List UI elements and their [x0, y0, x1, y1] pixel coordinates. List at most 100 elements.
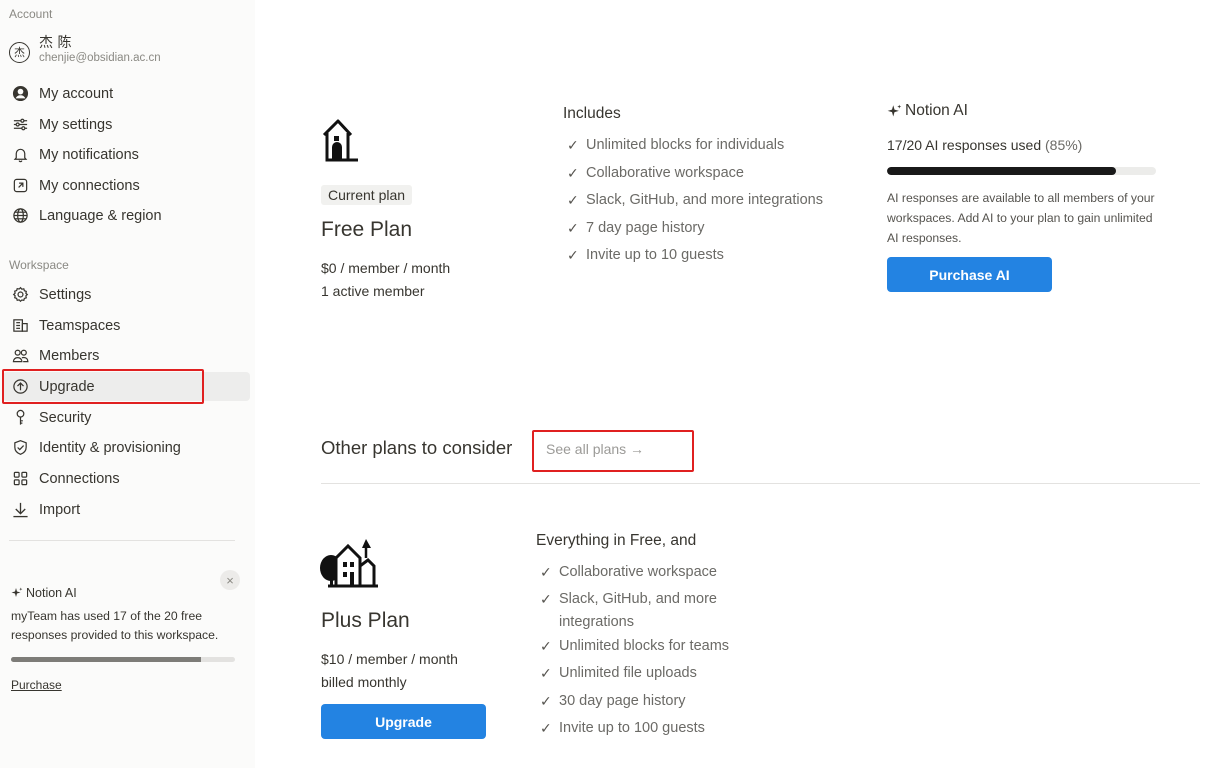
- account-section-label: Account: [9, 7, 53, 21]
- purchase-ai-button[interactable]: Purchase AI: [887, 257, 1052, 292]
- avatar: 杰: [9, 41, 30, 63]
- check-icon: ✓: [540, 720, 552, 736]
- sidebar-item-label: Settings: [39, 286, 92, 303]
- feature-label: Invite up to 10 guests: [586, 247, 724, 263]
- sidebar-item-teamspaces[interactable]: Teamspaces: [3, 311, 250, 340]
- feature-label: Unlimited blocks for individuals: [586, 137, 785, 153]
- bell-icon: [11, 146, 29, 164]
- sidebar-item-label: Security: [39, 409, 92, 426]
- sidebar-item-my-settings[interactable]: My settings: [3, 110, 250, 139]
- sidebar-item-label: My connections: [39, 177, 140, 194]
- current-plan-name: Free Plan: [321, 218, 413, 241]
- sidebar-item-upgrade[interactable]: Upgrade: [3, 372, 250, 401]
- sidebar-item-import[interactable]: Import: [3, 495, 250, 524]
- sidebar-divider: [9, 540, 235, 541]
- feature-item: ✓ 7 day page history: [567, 220, 867, 248]
- section-divider: [321, 483, 1200, 484]
- check-icon: ✓: [567, 137, 579, 153]
- workspace-section-label: Workspace: [9, 258, 69, 272]
- ai-usage-progress: [11, 657, 235, 662]
- notion-ai-title: Notion AI: [887, 102, 968, 120]
- check-icon: ✓: [567, 192, 579, 208]
- ai-usage-progress-fill: [11, 657, 202, 662]
- sidebar-item-label: Teamspaces: [39, 317, 121, 334]
- sidebar-item-language-region[interactable]: Language & region: [3, 201, 250, 230]
- sidebar-item-my-connections[interactable]: My connections: [3, 171, 250, 200]
- feature-item: ✓ Invite up to 10 guests: [567, 247, 867, 275]
- sidebar-item-connections[interactable]: Connections: [3, 464, 250, 493]
- other-plans-title: Other plans to consider: [321, 437, 513, 458]
- feature-label: Slack, GitHub, and more integrations: [559, 590, 717, 630]
- plus-plan-billing: billed monthly: [321, 674, 407, 690]
- globe-icon: [11, 207, 29, 225]
- purchase-link[interactable]: Purchase: [11, 678, 62, 692]
- sidebar-item-security[interactable]: Security: [3, 403, 250, 432]
- sidebar-item-members[interactable]: Members: [3, 341, 250, 370]
- external-link-icon: [11, 177, 29, 195]
- plus-plan-features: ✓ Collaborative workspace ✓ Slack, GitHub,…: [540, 564, 750, 748]
- feature-item: ✓ Unlimited file uploads: [540, 665, 750, 693]
- sparkle-icon: [11, 587, 23, 599]
- check-icon: ✓: [540, 590, 552, 607]
- shield-check-icon: [11, 439, 29, 457]
- check-icon: ✓: [540, 692, 552, 709]
- check-icon: ✓: [567, 219, 579, 236]
- upgrade-page: Current plan Free Plan $0 / member / mon…: [255, 0, 1221, 768]
- current-plan-features: ✓ Unlimited blocks for individuals ✓ Colla…: [567, 137, 867, 275]
- building-icon: [11, 317, 29, 335]
- close-icon[interactable]: ×: [220, 570, 240, 590]
- upgrade-button[interactable]: Upgrade: [321, 704, 486, 739]
- plus-includes-title: Everything in Free, and: [536, 532, 697, 549]
- plus-plan-price: $10 / member / month: [321, 651, 458, 667]
- feature-item: ✓ Collaborative workspace: [567, 165, 867, 193]
- buildings-illustration-icon: [320, 539, 378, 588]
- sidebar-item-label: Connections: [39, 470, 120, 487]
- feature-label: Collaborative workspace: [559, 564, 717, 580]
- check-icon: ✓: [540, 665, 552, 681]
- includes-title: Includes: [563, 105, 621, 122]
- ai-card-text: myTeam has used 17 of the 20 free respon…: [11, 609, 219, 642]
- check-icon: ✓: [540, 637, 552, 654]
- gear-icon: [11, 286, 29, 304]
- check-icon: ✓: [567, 164, 579, 181]
- feature-item: ✓ Unlimited blocks for teams: [540, 638, 750, 666]
- sidebar-item-label: My notifications: [39, 146, 139, 163]
- plus-plan-name: Plus Plan: [321, 609, 410, 632]
- feature-label: Invite up to 100 guests: [559, 720, 705, 736]
- user-name: 杰 陈: [39, 35, 72, 51]
- feature-label: Unlimited blocks for teams: [559, 637, 730, 654]
- feature-label: Collaborative workspace: [586, 164, 744, 181]
- sidebar-item-my-account[interactable]: My account: [3, 79, 250, 108]
- download-icon: [11, 501, 29, 519]
- sidebar-item-settings[interactable]: Settings: [3, 280, 250, 309]
- check-icon: ✓: [567, 247, 579, 263]
- sidebar-item-identity-provisioning[interactable]: Identity & provisioning: [3, 433, 250, 462]
- feature-label: Unlimited file uploads: [559, 665, 697, 681]
- ai-usage-percent: (85%): [1045, 137, 1083, 153]
- feature-item: ✓ Invite up to 100 guests: [540, 720, 750, 748]
- ai-card-title: Notion AI: [11, 586, 77, 600]
- feature-item: ✓ Slack, GitHub, and more integrations: [567, 192, 867, 220]
- ai-usage-count: 17/20 AI responses used: [887, 137, 1042, 153]
- sidebar-item-my-notifications[interactable]: My notifications: [3, 140, 250, 169]
- sidebar-item-label: Language & region: [39, 207, 162, 224]
- key-icon: [11, 409, 29, 427]
- feature-label: 30 day page history: [559, 692, 686, 709]
- see-all-plans-link[interactable]: See all plans →: [546, 441, 644, 457]
- house-illustration-icon: [322, 119, 358, 162]
- feature-item: ✓ 30 day page history: [540, 693, 750, 721]
- current-plan-badge: Current plan: [321, 185, 413, 205]
- sidebar-item-label: My account: [39, 85, 114, 102]
- sparkle-icon: [887, 104, 902, 119]
- ai-description: AI responses are available to all member…: [887, 191, 1155, 245]
- sidebar-item-label: Upgrade: [39, 378, 95, 395]
- user-circle-icon: [11, 85, 29, 103]
- ai-usage-bar-fill: [887, 167, 1116, 175]
- sidebar-item-label: My settings: [39, 116, 113, 133]
- user-email: chenjie@obsidian.ac.cn: [39, 52, 161, 64]
- user-profile: 杰 杰 陈 chenjie@obsidian.ac.cn: [9, 35, 161, 65]
- sidebar-item-label: Identity & provisioning: [39, 439, 181, 456]
- current-plan-members: 1 active member: [321, 283, 425, 299]
- feature-label: Slack, GitHub, and more integrations: [586, 192, 823, 208]
- sidebar-item-label: Import: [39, 501, 81, 518]
